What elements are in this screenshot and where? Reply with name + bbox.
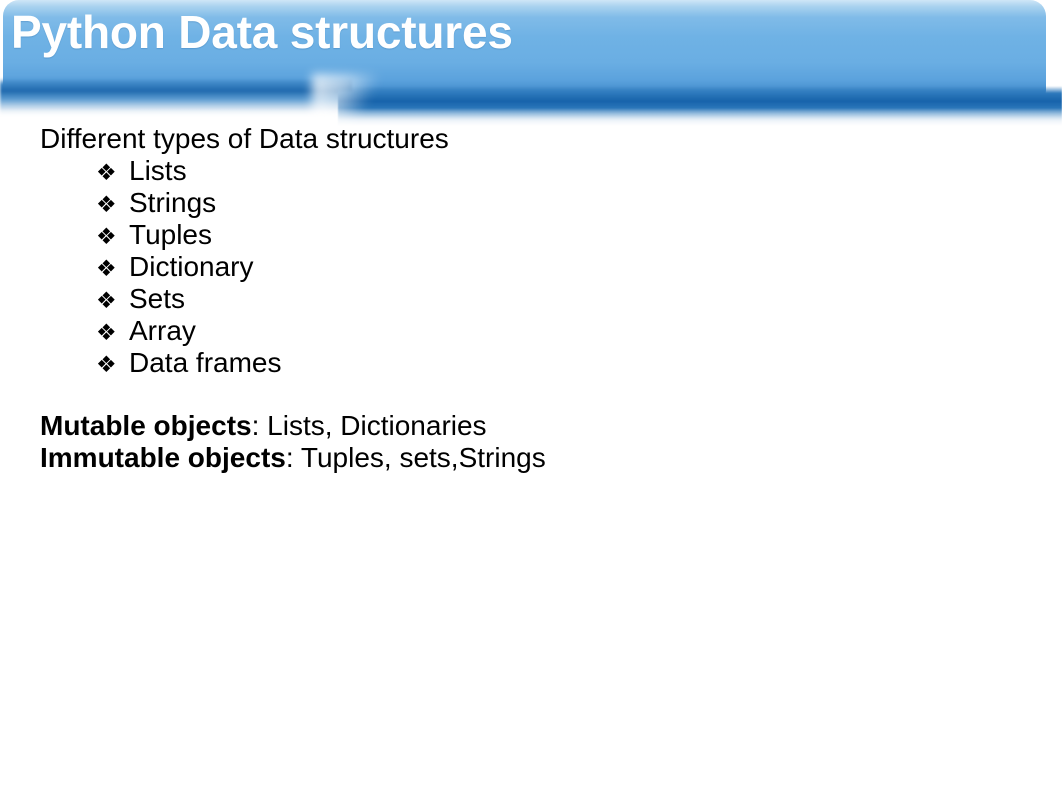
note-value-immutable: : Tuples, sets,Strings xyxy=(285,442,546,473)
diamond-bullet-icon: ❖ xyxy=(96,255,117,281)
mutability-notes: Mutable objects: Lists, Dictionaries Imm… xyxy=(40,410,546,474)
list-item: ❖ Lists xyxy=(96,155,282,187)
list-item: ❖ Tuples xyxy=(96,219,282,251)
list-item-label: Dictionary xyxy=(129,251,254,282)
list-item: ❖ Data frames xyxy=(96,347,282,379)
list-item-label: Data frames xyxy=(129,347,282,378)
note-term-immutable: Immutable objects xyxy=(40,442,286,473)
list-item-label: Array xyxy=(129,315,196,346)
slide-body: Different types of Data structures ❖ Lis… xyxy=(0,0,1062,797)
list-item-label: Tuples xyxy=(129,219,213,250)
intro-text: Different types of Data structures xyxy=(40,123,449,154)
list-item: ❖ Array xyxy=(96,315,282,347)
diamond-bullet-icon: ❖ xyxy=(96,319,117,345)
list-item-label: Strings xyxy=(129,187,217,218)
note-line-mutable: Mutable objects: Lists, Dictionaries xyxy=(40,410,546,442)
note-line-immutable: Immutable objects: Tuples, sets,Strings xyxy=(40,442,546,474)
diamond-bullet-icon: ❖ xyxy=(96,191,117,217)
list-item-label: Lists xyxy=(129,155,187,186)
note-term-mutable: Mutable objects xyxy=(40,410,252,441)
note-value-mutable: : Lists, Dictionaries xyxy=(251,410,487,441)
diamond-bullet-icon: ❖ xyxy=(96,159,117,185)
list-item: ❖ Dictionary xyxy=(96,251,282,283)
diamond-bullet-icon: ❖ xyxy=(96,351,117,377)
diamond-bullet-icon: ❖ xyxy=(96,223,117,249)
list-item: ❖ Sets xyxy=(96,283,282,315)
list-item: ❖ Strings xyxy=(96,187,282,219)
slide-canvas: Python Data structures Different types o… xyxy=(0,0,1062,797)
list-item-label: Sets xyxy=(129,283,186,314)
diamond-bullet-icon: ❖ xyxy=(96,287,117,313)
data-structures-list: ❖ Lists ❖ Strings ❖ Tuples ❖ Dictionary … xyxy=(96,155,282,379)
